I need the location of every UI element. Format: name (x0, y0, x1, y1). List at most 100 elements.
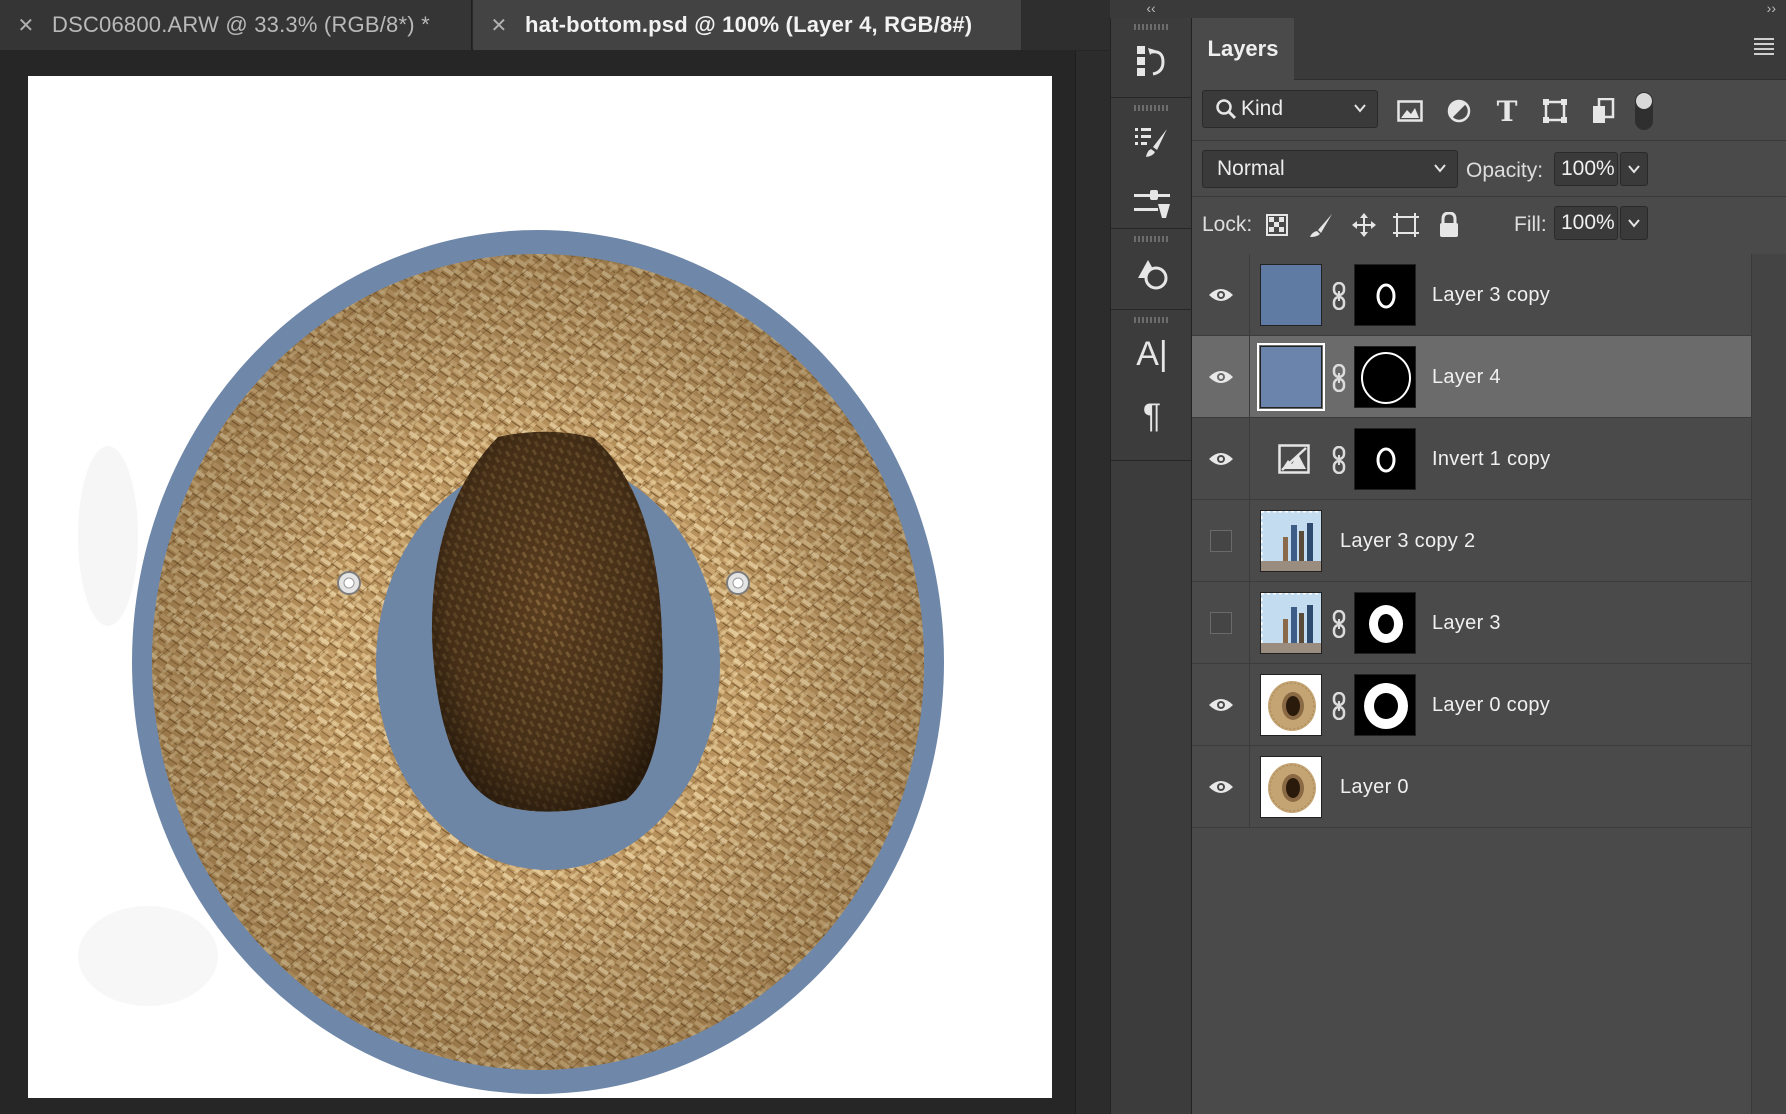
link-icon[interactable] (1331, 446, 1347, 474)
photo-thumbnail-icon (1261, 511, 1321, 571)
lock-position-icon[interactable] (1349, 210, 1379, 240)
link-icon[interactable] (1331, 610, 1347, 638)
layer-row[interactable]: Layer 3 copy (1192, 254, 1751, 336)
background-smudge (78, 446, 138, 626)
close-tab-icon[interactable]: ✕ (473, 13, 525, 38)
layer-row[interactable]: Layer 0 copy (1192, 664, 1751, 746)
layer-name[interactable]: Layer 3 copy (1432, 254, 1550, 336)
lock-transparent-pixels-icon[interactable] (1262, 210, 1292, 240)
visibility-toggle[interactable] (1192, 664, 1250, 746)
layer-name[interactable]: Layer 0 (1340, 746, 1409, 828)
background-smudge (78, 906, 218, 1006)
invert-adjustment-icon[interactable] (1278, 444, 1310, 474)
eye-icon (1208, 781, 1233, 793)
document-tab-bar: ✕ DSC06800.ARW @ 33.3% (RGB/8*) * ✕ hat-… (0, 0, 1110, 50)
opacity-input[interactable]: 100% (1554, 152, 1618, 186)
document-canvas[interactable] (28, 76, 1052, 1098)
search-icon (1216, 99, 1237, 120)
collapse-left-icon[interactable]: ‹‹ (1110, 0, 1192, 16)
layer-mask-thumbnail[interactable] (1354, 346, 1416, 408)
layer-row-selected[interactable]: Layer 4 (1192, 336, 1751, 418)
layer-thumbnail[interactable] (1260, 674, 1322, 736)
lock-all-icon[interactable] (1434, 210, 1464, 240)
visibility-toggle[interactable] (1192, 336, 1250, 418)
layer-thumbnail[interactable] (1257, 343, 1325, 411)
eye-icon (1208, 453, 1233, 465)
layer-mask-thumbnail[interactable] (1354, 592, 1416, 654)
tool-group-brushes (1111, 99, 1193, 229)
history-button[interactable] (1111, 30, 1193, 92)
lock-row: Lock: Fill: 100% (1192, 200, 1786, 250)
layer-name[interactable]: Invert 1 copy (1432, 418, 1550, 500)
layer-thumbnail[interactable] (1260, 756, 1322, 818)
collapse-right-icon[interactable]: ›› (1767, 0, 1776, 16)
fill-input[interactable]: 100% (1554, 206, 1618, 240)
visibility-toggle[interactable] (1192, 582, 1250, 664)
layer-thumbnail[interactable] (1260, 510, 1322, 572)
panel-tool-strip: A| ¶ (1110, 18, 1193, 1114)
smart-object-filter-icon[interactable] (1588, 96, 1618, 126)
adjustment-filter-icon[interactable] (1444, 96, 1474, 126)
layer-row[interactable]: Invert 1 copy (1192, 418, 1751, 500)
hat-artwork (78, 230, 944, 1094)
lock-label: Lock: (1202, 213, 1253, 236)
visibility-toggle[interactable] (1192, 500, 1250, 582)
paragraph-icon: ¶ (1142, 396, 1162, 435)
layers-panel: Layers Kind T Normal Opacity: 100% Lock:… (1192, 18, 1786, 1114)
shapes-button[interactable] (1111, 242, 1193, 304)
adjust-sliders-icon (1134, 190, 1170, 218)
layer-row[interactable]: Layer 3 copy 2 (1192, 500, 1751, 582)
layer-mask-thumbnail[interactable] (1354, 428, 1416, 490)
layer-mask-thumbnail[interactable] (1354, 674, 1416, 736)
layer-thumbnail[interactable] (1260, 592, 1322, 654)
link-icon[interactable] (1331, 692, 1347, 720)
layer-thumbnail[interactable] (1260, 264, 1322, 326)
link-icon[interactable] (1331, 364, 1347, 392)
shape-filter-icon[interactable] (1540, 96, 1570, 126)
paragraph-button[interactable]: ¶ (1111, 385, 1193, 447)
layers-scrollbar[interactable] (1751, 254, 1786, 1114)
layer-mask-thumbnail[interactable] (1354, 264, 1416, 326)
brush-settings-button[interactable] (1111, 111, 1193, 173)
tool-group-shapes (1111, 230, 1193, 310)
character-button[interactable]: A| (1111, 323, 1193, 385)
image-filter-icon[interactable] (1395, 96, 1425, 126)
eye-icon (1208, 371, 1233, 383)
tab-hat-bottom[interactable]: ✕ hat-bottom.psd @ 100% (Layer 4, RGB/8#… (473, 0, 1021, 50)
blend-row: Normal Opacity: 100% (1192, 146, 1786, 196)
tab-label: DSC06800.ARW @ 33.3% (RGB/8*) * (52, 12, 430, 37)
canvas-scrollbar[interactable] (1075, 51, 1110, 1114)
blend-mode-select[interactable]: Normal (1202, 150, 1458, 188)
panel-menu-icon[interactable] (1754, 38, 1774, 56)
filter-kind-select[interactable]: Kind (1202, 90, 1378, 128)
layers-tab[interactable]: Layers (1192, 18, 1294, 80)
type-filter-icon[interactable]: T (1492, 95, 1522, 128)
layer-name[interactable]: Layer 3 (1432, 582, 1501, 664)
visibility-toggle[interactable] (1192, 418, 1250, 500)
fill-dropdown[interactable] (1620, 206, 1648, 240)
filter-toggle-switch[interactable] (1635, 92, 1653, 130)
chevron-down-icon (1354, 104, 1366, 113)
panel-collapse-bar: ‹‹ ›› (1110, 0, 1786, 18)
eye-icon (1208, 699, 1233, 711)
adjust-sliders-button[interactable] (1111, 173, 1193, 235)
brush-settings-icon (1135, 128, 1167, 157)
hidden-visibility-box (1209, 530, 1232, 552)
visibility-toggle[interactable] (1192, 746, 1250, 828)
link-icon[interactable] (1331, 282, 1347, 310)
lock-image-pixels-icon[interactable] (1306, 210, 1336, 240)
layer-row[interactable]: Layer 0 (1192, 746, 1751, 828)
chevron-down-icon (1628, 219, 1640, 228)
layer-name[interactable]: Layer 4 (1432, 336, 1501, 418)
lock-artboard-icon[interactable] (1391, 210, 1421, 240)
hat-thumbnail-icon (1268, 681, 1316, 731)
fill-label: Fill: (1514, 213, 1547, 236)
layer-name[interactable]: Layer 3 copy 2 (1340, 500, 1475, 582)
visibility-toggle[interactable] (1192, 254, 1250, 336)
close-tab-icon[interactable]: ✕ (0, 13, 52, 38)
layer-name[interactable]: Layer 0 copy (1432, 664, 1550, 746)
tool-group-type: A| ¶ (1111, 311, 1193, 461)
layer-row[interactable]: Layer 3 (1192, 582, 1751, 664)
tab-dsc06800[interactable]: ✕ DSC06800.ARW @ 33.3% (RGB/8*) * (0, 0, 472, 50)
opacity-dropdown[interactable] (1620, 152, 1648, 186)
